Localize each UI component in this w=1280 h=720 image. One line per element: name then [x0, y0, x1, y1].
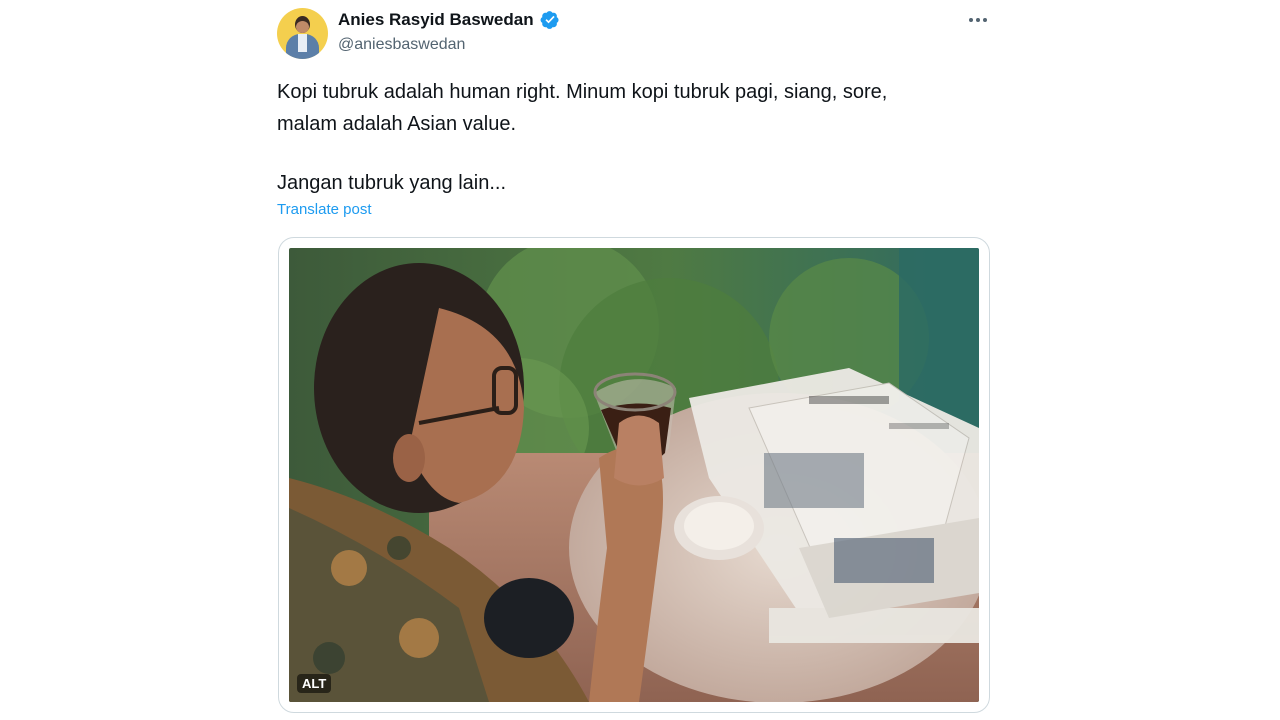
post-text: Kopi tubruk adalah human right. Minum ko… [277, 76, 977, 199]
author-display-name[interactable]: Anies Rasyid Baswedan [338, 10, 534, 30]
media-card[interactable]: ALT [278, 237, 990, 713]
more-dot [969, 18, 973, 22]
avatar-shirt [298, 34, 307, 52]
tweet: Anies Rasyid Baswedan @aniesbaswedan Kop… [0, 0, 1280, 720]
post-photo[interactable] [289, 248, 979, 702]
author-name-row: Anies Rasyid Baswedan [338, 9, 560, 31]
more-dot [983, 18, 987, 22]
avatar-face [296, 21, 309, 33]
post-text-line: Jangan tubruk yang lain... [277, 172, 507, 194]
translate-post-link[interactable]: Translate post [277, 201, 372, 218]
avatar[interactable] [277, 8, 328, 59]
alt-text-badge[interactable]: ALT [297, 674, 332, 693]
author-handle[interactable]: @aniesbaswedan [338, 36, 465, 54]
more-options-icon[interactable] [966, 10, 990, 30]
verified-badge-icon[interactable] [540, 10, 560, 30]
more-dot [976, 18, 980, 22]
post-text-line: Kopi tubruk adalah human right. Minum ko… [277, 81, 888, 103]
post-text-line: malam adalah Asian value. [277, 113, 517, 135]
